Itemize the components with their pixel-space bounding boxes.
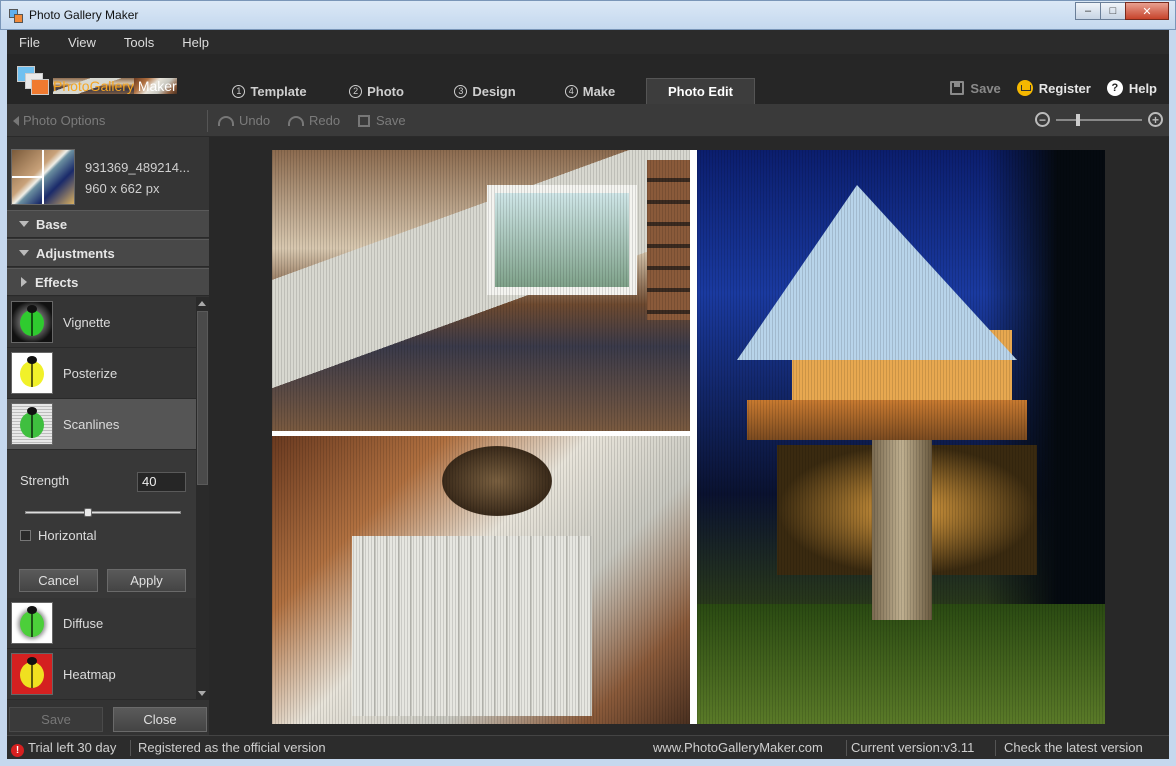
website-link[interactable]: www.PhotoGalleryMaker.com [653,740,823,755]
menu-bar: File View Tools Help [7,30,1169,54]
photo-options-button[interactable]: Photo Options [13,113,105,128]
app-logo-text: PhotoGallery Maker [53,78,177,94]
step-number-icon: 1 [232,84,246,98]
zoom-control: − + [1035,112,1163,127]
scroll-down-icon[interactable] [198,691,206,696]
effect-vignette[interactable]: Vignette [7,297,196,348]
undo-button[interactable]: Undo [218,113,270,128]
photo-canvas [209,137,1169,735]
photo-thumbnail [11,149,75,205]
trial-status: ! Trial left 30 day [11,740,116,757]
window-controls: ‒ □ ✕ [1075,2,1169,20]
back-arrow-icon [13,115,19,126]
cart-icon [1016,80,1033,96]
effect-posterize[interactable]: Posterize [7,348,196,399]
collage-photo-interior-overhead[interactable] [272,436,690,724]
diffuse-bug-icon [11,602,53,644]
effect-diffuse[interactable]: Diffuse [7,598,196,649]
zoom-out-icon[interactable]: − [1035,112,1050,127]
apply-button[interactable]: Apply [107,569,186,592]
tab-photo[interactable]: 2 Photo [329,78,424,104]
section-adjustments[interactable]: Adjustments [7,239,209,267]
window-title: Photo Gallery Maker [29,8,139,22]
strength-input[interactable]: 40 [137,472,186,492]
step-number-icon: 3 [454,84,468,98]
tab-make[interactable]: 4 Make [545,78,635,104]
posterize-bug-icon [11,352,53,394]
window-frame-left [0,30,7,766]
toolbar-divider [207,110,208,132]
register-button[interactable]: Register [1016,80,1091,96]
header-actions: Save Register ? Help [934,80,1157,96]
zoom-slider-thumb[interactable] [1076,113,1080,126]
vignette-bug-icon [11,301,53,343]
undo-icon [218,115,234,126]
edit-toolbar: Photo Options Undo Redo Save − + [7,104,1169,137]
toolbar-save-button[interactable]: Save [358,113,406,128]
scrollbar-thumb[interactable] [197,311,208,485]
heatmap-bug-icon [11,653,53,695]
expand-down-icon [19,221,29,227]
expand-down-icon [19,250,29,256]
menu-help[interactable]: Help [182,35,209,50]
close-window-button[interactable]: ✕ [1125,2,1169,20]
zoom-slider[interactable] [1056,113,1142,126]
photo-options-panel: 931369_489214... 960 x 662 px Base Adjus… [7,137,209,735]
app-header: PhotoGallery Maker 1 Template 2 Photo 3 Des… [7,54,1169,104]
strength-slider-thumb[interactable] [84,508,92,517]
effect-heatmap[interactable]: Heatmap [7,649,196,700]
photo-dimensions: 960 x 662 px [85,181,160,196]
zoom-in-icon[interactable]: + [1148,112,1163,127]
strength-label: Strength [20,473,70,488]
collage-photo-interior-loft[interactable] [272,150,690,431]
window-frame-bottom [0,759,1176,766]
tab-photo-edit[interactable]: Photo Edit [646,78,755,104]
window-frame-right [1169,30,1176,766]
version-status: Current version:v3.11 [851,740,975,755]
scanlines-bug-icon [11,403,53,445]
maximize-button[interactable]: □ [1100,2,1126,20]
header-save-button[interactable]: Save [950,81,1001,96]
strength-slider[interactable] [25,508,181,517]
collage-photo-treehouse-night[interactable] [697,150,1105,724]
minimize-button[interactable]: ‒ [1075,2,1101,20]
save-icon [950,81,965,95]
alert-icon: ! [11,744,24,757]
status-bar: ! Trial left 30 day Registered as the off… [7,735,1169,759]
effect-scanlines[interactable]: Scanlines [7,399,196,450]
section-base[interactable]: Base [7,210,209,238]
app-icon [9,9,23,23]
step-number-icon: 2 [349,84,363,98]
redo-button[interactable]: Redo [288,113,340,128]
panel-buttons: Save Close [7,704,209,735]
app-logo-icon [17,66,51,96]
effects-scrollbar[interactable] [196,297,209,700]
scroll-up-icon[interactable] [198,301,206,306]
help-button[interactable]: ? Help [1106,80,1157,96]
photo-filename: 931369_489214... [85,160,190,175]
menu-view[interactable]: View [68,35,96,50]
title-bar: Photo Gallery Maker ‒ □ ✕ [0,0,1176,30]
menu-file[interactable]: File [19,35,40,50]
menu-tools[interactable]: Tools [124,35,154,50]
help-icon: ? [1106,80,1123,96]
registered-status: Registered as the official version [138,740,326,755]
panel-close-button[interactable]: Close [113,707,207,732]
panel-save-button[interactable]: Save [9,707,103,732]
photo-collage[interactable] [272,150,1105,724]
save-icon [358,114,370,127]
check-version-link[interactable]: Check the latest version [1004,740,1143,755]
redo-icon [288,115,304,126]
horizontal-label: Horizontal [38,528,97,543]
scanlines-settings: Strength 40 Horizontal Cancel Apply [7,450,196,598]
tab-template[interactable]: 1 Template [217,78,322,104]
expand-right-icon [21,277,27,287]
tab-design[interactable]: 3 Design [435,78,535,104]
horizontal-checkbox[interactable] [20,530,31,541]
photo-info: 931369_489214... 960 x 662 px [7,137,209,210]
section-effects[interactable]: Effects [7,268,209,296]
cancel-button[interactable]: Cancel [19,569,98,592]
step-number-icon: 4 [564,84,578,98]
